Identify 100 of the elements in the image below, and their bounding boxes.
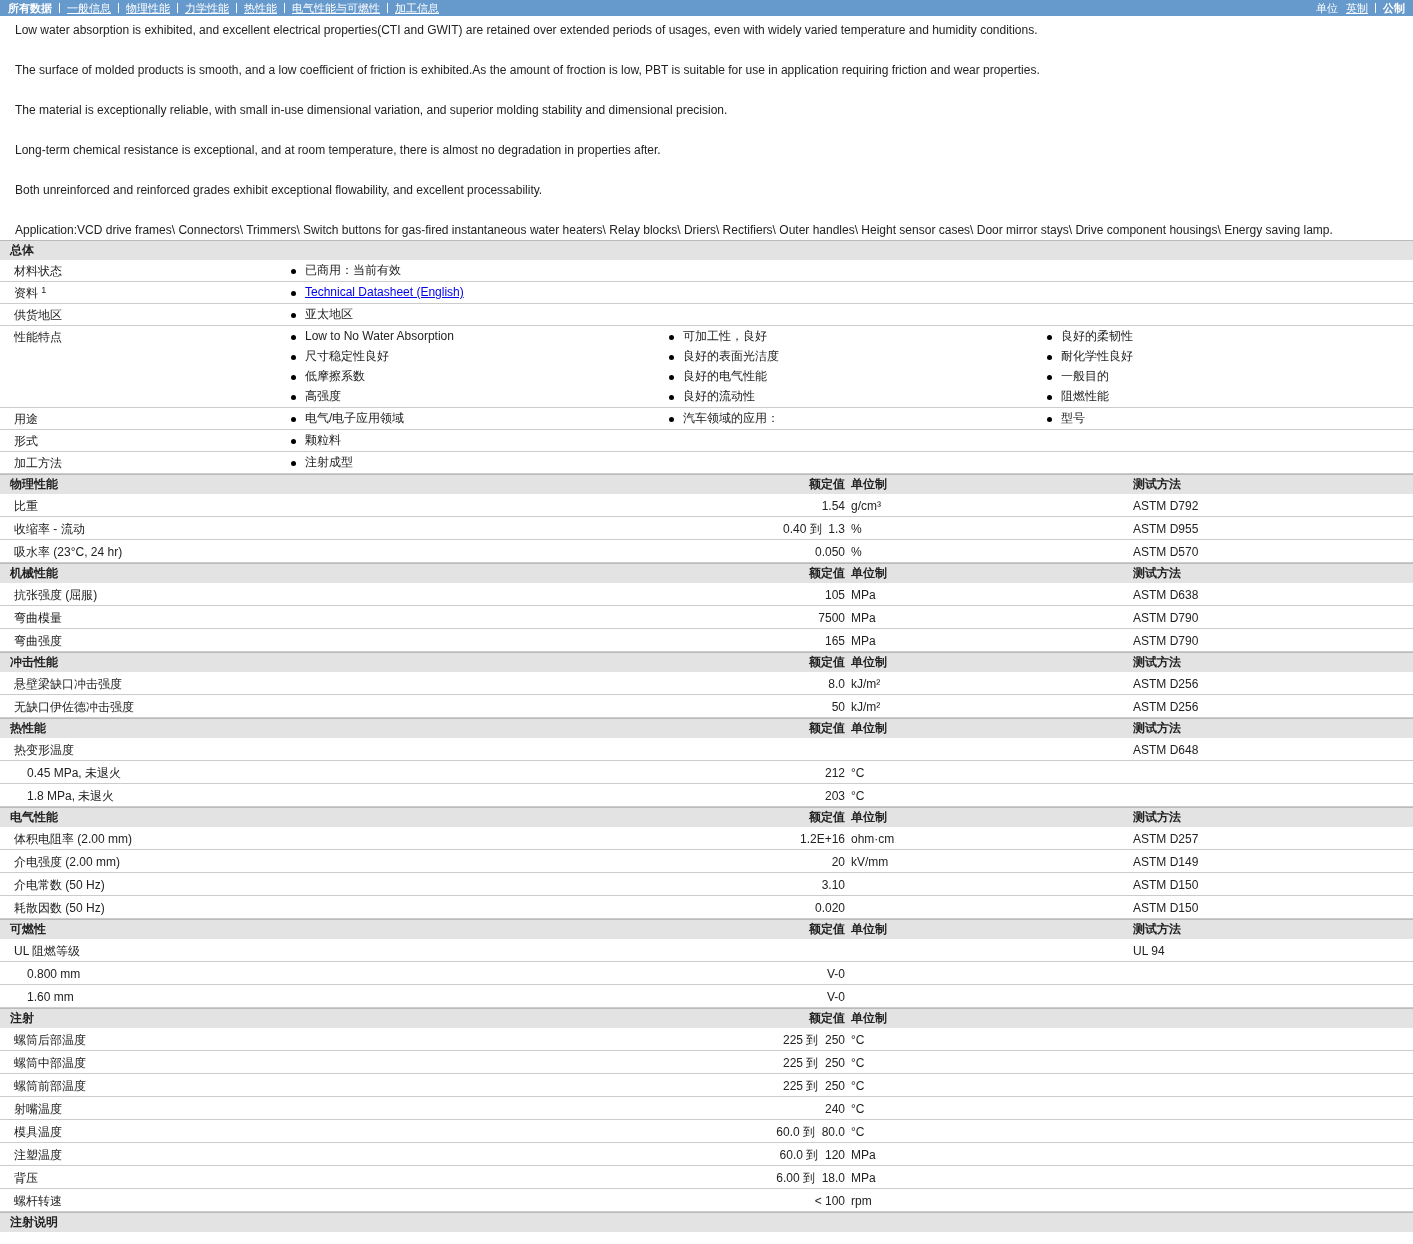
- description-paragraph: Low water absorption is exhibited, and excellent electrical properties(CTI and GWIT) are retained over extended periods of usages, even with widely varied temperature and humidity conditions.: [14, 22, 1039, 39]
- column-heading: 测试方法: [1133, 922, 1181, 936]
- test-method: ASTM D790: [1133, 611, 1199, 625]
- test-method: ASTM D257: [1133, 832, 1199, 846]
- property-label: 1.60 mm: [26, 989, 75, 1006]
- property-value: 注射成型: [305, 455, 353, 471]
- nominal-value: < 100: [814, 1194, 845, 1208]
- column-heading: 单位制: [851, 477, 887, 491]
- property-label: 注塑温度: [13, 1147, 63, 1164]
- bullet-icon: [291, 416, 296, 422]
- property-label: 螺筒中部温度: [13, 1055, 87, 1072]
- test-method: ASTM D150: [1133, 878, 1199, 892]
- nominal-value: 7500: [818, 611, 845, 625]
- section-title: 可燃性: [9, 921, 47, 938]
- bullet-icon: [291, 290, 296, 296]
- column-heading: 额定值: [809, 566, 845, 580]
- unit-text: MPa: [851, 588, 876, 602]
- column-heading: 单位制: [851, 810, 887, 824]
- bullet-icon: [291, 268, 296, 274]
- nav-tab[interactable]: 物理性能: [126, 0, 170, 16]
- nav-tab[interactable]: 所有数据: [8, 0, 52, 16]
- nominal-value: 1.2E+16: [799, 832, 845, 846]
- nominal-value: 225 到 250: [782, 1056, 845, 1070]
- nominal-value: 165: [824, 634, 845, 648]
- nav-tab[interactable]: 热性能: [244, 0, 277, 16]
- property-label: 吸水率 (23°C, 24 hr): [13, 544, 124, 561]
- property-value: 阻燃性能: [1061, 389, 1109, 405]
- property-label: 弯曲模量: [13, 610, 63, 627]
- section-title: 冲击性能: [9, 654, 59, 671]
- nominal-value: 240: [824, 1102, 845, 1116]
- unit-text: °C: [851, 1033, 865, 1047]
- property-label: 介电常数 (50 Hz): [13, 877, 106, 894]
- property-label: 用途: [13, 411, 39, 428]
- column-heading: 额定值: [809, 1011, 845, 1025]
- nominal-value: 6.00 到 18.0: [776, 1171, 845, 1185]
- property-label: 材料状态: [13, 263, 63, 280]
- nominal-value: 1.54: [821, 499, 845, 513]
- section-title: 电气性能: [9, 809, 59, 826]
- nominal-value: 225 到 250: [782, 1033, 845, 1047]
- nav-tab[interactable]: 力学性能: [185, 0, 229, 16]
- bullet-icon: [1047, 334, 1052, 340]
- property-value: 尺寸稳定性良好: [305, 349, 389, 365]
- unit-text: MPa: [851, 1148, 876, 1162]
- property-value: 亚太地区: [305, 307, 353, 323]
- property-label: UL 阻燃等级: [13, 943, 82, 960]
- test-method: ASTM D648: [1133, 743, 1199, 757]
- nav-tab[interactable]: 加工信息: [395, 0, 439, 16]
- nominal-value: 3.10: [821, 878, 845, 892]
- property-value: 良好的电气性能: [683, 369, 767, 385]
- bullet-icon: [291, 312, 296, 318]
- column-heading: 额定值: [809, 922, 845, 936]
- bullet-icon: [669, 394, 674, 400]
- nav-tab[interactable]: 一般信息: [67, 0, 111, 16]
- nominal-value: 105: [824, 588, 845, 602]
- nominal-value: 60.0 到 80.0: [776, 1125, 845, 1139]
- bullet-icon: [291, 354, 296, 360]
- description-paragraph: The surface of molded products is smooth, and a low coefficient of friction is exhibited.As the amount of froction is low, PBT is suitable for use in application requiring friction and wear properties.: [14, 62, 1041, 79]
- property-label: 介电强度 (2.00 mm): [13, 854, 121, 871]
- column-heading: 测试方法: [1133, 477, 1181, 491]
- unit-text: kV/mm: [851, 855, 889, 869]
- nominal-value: 0.020: [814, 901, 845, 915]
- property-value: 良好的柔韧性: [1061, 329, 1133, 345]
- property-label: 射嘴温度: [13, 1101, 63, 1118]
- nominal-value: 0.050: [814, 545, 845, 559]
- property-label: 螺筒前部温度: [13, 1078, 87, 1095]
- test-method: ASTM D792: [1133, 499, 1199, 513]
- unit-text: °C: [851, 1079, 865, 1093]
- property-value: 电气/电子应用领域: [305, 411, 405, 427]
- description-paragraph: The material is exceptionally reliable, with small in-use dimensional variation, and superior molding stability and dimensional precision.: [14, 102, 729, 119]
- bullet-icon: [291, 438, 296, 444]
- section-title: 注射说明: [9, 1214, 59, 1231]
- unit-text: %: [851, 522, 862, 536]
- test-method: ASTM D256: [1133, 700, 1199, 714]
- property-value: 高强度: [305, 389, 341, 405]
- property-value: 良好的表面光洁度: [683, 349, 779, 365]
- unit-text: ohm·cm: [851, 832, 895, 846]
- section-title: 物理性能: [9, 476, 59, 493]
- property-label: 加工方法: [13, 455, 63, 472]
- property-label: 资料 $^{1}$: [13, 283, 48, 302]
- property-label: 热变形温度: [13, 742, 75, 759]
- nominal-value: V-0: [827, 967, 845, 981]
- nav-tab[interactable]: 电气性能与可燃性: [292, 0, 380, 16]
- units-label: 单位: [1316, 1, 1338, 16]
- property-value: 可加工性，良好: [683, 329, 767, 345]
- unit-option[interactable]: 英制: [1346, 0, 1368, 16]
- column-heading: 单位制: [851, 1011, 887, 1025]
- bullet-icon: [1047, 374, 1052, 380]
- unit-option[interactable]: 公制: [1383, 0, 1405, 16]
- property-value: 耐化学性良好: [1061, 349, 1133, 365]
- column-heading: 额定值: [809, 655, 845, 669]
- bullet-icon: [669, 354, 674, 360]
- property-value: 低摩擦系数: [305, 369, 365, 385]
- unit-text: °C: [851, 1102, 865, 1116]
- property-value: Low to No Water Absorption: [305, 329, 454, 345]
- bullet-icon: [291, 460, 296, 466]
- datasheet-link[interactable]: Technical Datasheet (English): [305, 285, 464, 301]
- section-title: 总体: [8, 242, 35, 259]
- unit-text: kJ/m²: [851, 677, 881, 691]
- bullet-icon: [1047, 416, 1052, 422]
- column-heading: 单位制: [851, 922, 887, 936]
